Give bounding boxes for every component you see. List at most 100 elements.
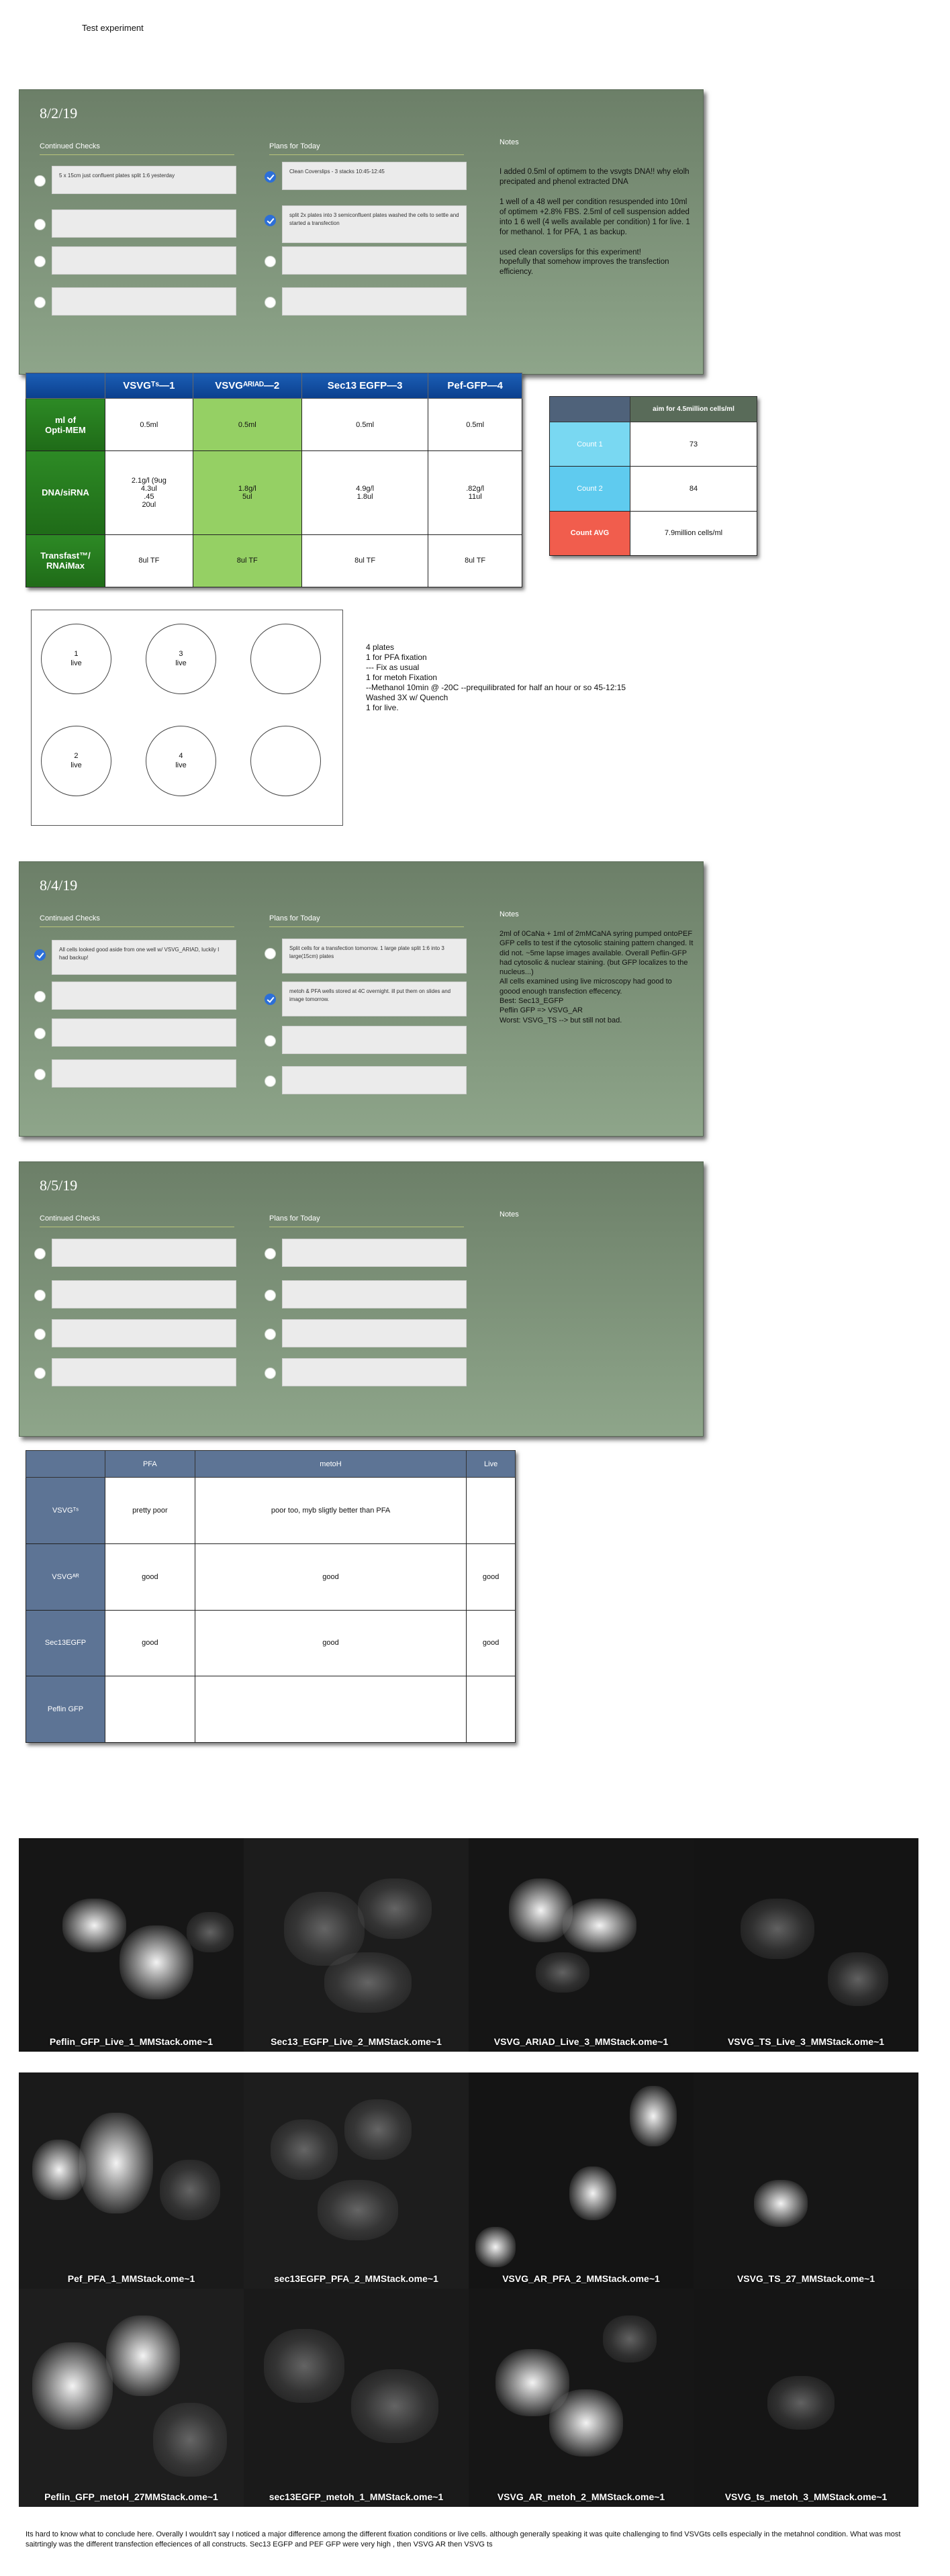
row-header: Count 2 xyxy=(549,466,630,512)
header-cell xyxy=(26,373,105,399)
check-checkbox[interactable] xyxy=(34,991,46,1002)
table-cell: good xyxy=(466,1609,516,1677)
divider xyxy=(269,154,464,155)
check-field[interactable] xyxy=(52,209,236,238)
check-field[interactable] xyxy=(52,1280,236,1308)
check-checkbox[interactable] xyxy=(34,949,46,961)
micrograph-image: VSVG_AR_PFA_2_MMStack.ome~1 xyxy=(469,2072,694,2289)
plan-field[interactable] xyxy=(282,1239,467,1267)
image-caption: sec13EGFP_metoh_1_MMStack.ome~1 xyxy=(269,2491,444,2502)
row-header: Transfast™/ RNAiMax xyxy=(26,534,105,587)
image-caption: sec13EGFP_PFA_2_MMStack.ome~1 xyxy=(274,2273,438,2284)
micrograph-image: sec13EGFP_metoh_1_MMStack.ome~1 xyxy=(244,2289,469,2507)
table-cell: 2.1g/l (9ug 4.3ul .45 20ul xyxy=(105,450,193,535)
table-cell: good xyxy=(105,1543,195,1611)
plan-checkbox[interactable] xyxy=(265,171,276,183)
check-checkbox[interactable] xyxy=(34,1368,46,1379)
micrograph-row-live: Peflin_GFP_Live_1_MMStack.ome~1 Sec13_EG… xyxy=(19,1838,918,2052)
six-well-plate-diagram: 1 live 3 live 2 live 4 live xyxy=(31,610,343,826)
header-cell: VSVGᵀˢ—1 xyxy=(105,373,193,399)
table-cell: 0.5ml xyxy=(301,397,429,452)
check-field[interactable] xyxy=(52,1059,236,1088)
plan-field[interactable] xyxy=(282,1319,467,1347)
plan-field[interactable]: Split cells for a transfection tomorrow.… xyxy=(282,939,467,973)
check-checkbox[interactable] xyxy=(34,1248,46,1259)
card-date: 8/5/19 xyxy=(40,1177,78,1194)
plan-checkbox[interactable] xyxy=(265,994,276,1005)
plan-field[interactable]: metoh & PFA wells stored at 4C overnight… xyxy=(282,982,467,1016)
plan-checkbox[interactable] xyxy=(265,215,276,226)
well: 3 live xyxy=(146,624,216,694)
check-field[interactable] xyxy=(52,1239,236,1267)
check-checkbox[interactable] xyxy=(34,1028,46,1039)
plan-checkbox[interactable] xyxy=(265,1368,276,1379)
check-checkbox[interactable] xyxy=(34,1069,46,1080)
check-field[interactable] xyxy=(52,1358,236,1386)
check-field[interactable]: 5 x 15cm just confluent plates split 1:6… xyxy=(52,166,236,194)
cell-count-table: aim for 4.5million cells/ml Count 1 73 C… xyxy=(549,395,757,557)
table-cell: 8ul TF xyxy=(192,534,302,587)
check-field[interactable]: All cells looked good aside from one wel… xyxy=(52,940,236,975)
divider xyxy=(269,926,464,927)
page-title: Test experiment xyxy=(82,23,144,33)
notes-heading: Notes xyxy=(500,910,519,918)
well xyxy=(250,624,321,694)
plan-field[interactable]: split 2x plates into 3 semiconfluent pla… xyxy=(282,205,467,243)
check-field[interactable] xyxy=(52,287,236,316)
row-header: DNA/siRNA xyxy=(26,450,105,535)
table-cell: 0.5ml xyxy=(105,397,193,452)
table-cell: good xyxy=(194,1543,467,1611)
image-caption: Peflin_GFP_metoH_27MMStack.ome~1 xyxy=(44,2491,218,2502)
continued-checks-heading: Continued Checks xyxy=(40,142,100,150)
check-checkbox[interactable] xyxy=(34,175,46,187)
plan-checkbox[interactable] xyxy=(265,1329,276,1340)
check-field[interactable] xyxy=(52,246,236,275)
table-cell: pretty poor xyxy=(105,1477,195,1544)
check-field[interactable] xyxy=(52,1319,236,1347)
micrograph-image: VSVG_TS_27_MMStack.ome~1 xyxy=(694,2072,918,2289)
table-cell: 8ul TF xyxy=(105,534,193,587)
check-checkbox[interactable] xyxy=(34,1329,46,1340)
table-cell: 8ul TF xyxy=(428,534,522,587)
plan-checkbox[interactable] xyxy=(265,256,276,267)
plan-field[interactable]: Clean Coverslips - 3 stacks 10:45-12:45 xyxy=(282,162,467,190)
micrograph-image: VSVG_TS_Live_3_MMStack.ome~1 xyxy=(694,1838,918,2052)
micrograph-image: VSVG_AR_metoh_2_MMStack.ome~1 xyxy=(469,2289,694,2507)
plan-field[interactable] xyxy=(282,1066,467,1094)
plan-field[interactable] xyxy=(282,1280,467,1308)
image-caption: VSVG_TS_27_MMStack.ome~1 xyxy=(737,2273,875,2284)
check-checkbox[interactable] xyxy=(34,297,46,308)
plan-checkbox[interactable] xyxy=(265,1035,276,1047)
check-field[interactable] xyxy=(52,1018,236,1047)
plan-field[interactable] xyxy=(282,1026,467,1054)
micrograph-image: Peflin_GFP_Live_1_MMStack.ome~1 xyxy=(19,1838,244,2052)
plan-checkbox[interactable] xyxy=(265,1248,276,1259)
plan-checkbox[interactable] xyxy=(265,1290,276,1301)
notes-text: 2ml of 0CaNa + 1ml of 2mMCaNA syring pum… xyxy=(500,930,694,1024)
table-cell xyxy=(466,1676,516,1743)
micrograph-image: Sec13_EGFP_Live_2_MMStack.ome~1 xyxy=(244,1838,469,2052)
plan-field[interactable] xyxy=(282,287,467,316)
check-checkbox[interactable] xyxy=(34,256,46,267)
plan-checkbox[interactable] xyxy=(265,1076,276,1087)
micrograph-image: Peflin_GFP_metoH_27MMStack.ome~1 xyxy=(19,2289,244,2507)
daily-card-8-4: 8/4/19 Continued Checks Plans for Today … xyxy=(19,861,704,1137)
plans-heading: Plans for Today xyxy=(269,914,320,922)
table-cell: 8ul TF xyxy=(301,534,429,587)
notes-heading: Notes xyxy=(500,138,519,146)
continued-checks-heading: Continued Checks xyxy=(40,1214,100,1223)
plan-checkbox[interactable] xyxy=(265,297,276,308)
row-header: Sec13EGFP xyxy=(26,1609,105,1677)
row-header: VSVGᴬᴿ xyxy=(26,1543,105,1611)
check-checkbox[interactable] xyxy=(34,219,46,230)
table-cell: 0.5ml xyxy=(428,397,522,452)
check-checkbox[interactable] xyxy=(34,1290,46,1301)
table-cell xyxy=(194,1676,467,1743)
micrograph-image: VSVG_ts_metoh_3_MMStack.ome~1 xyxy=(694,2289,918,2507)
plans-heading: Plans for Today xyxy=(269,1214,320,1223)
check-field[interactable] xyxy=(52,982,236,1010)
plan-field[interactable] xyxy=(282,246,467,275)
plan-checkbox[interactable] xyxy=(265,948,276,959)
plan-field[interactable] xyxy=(282,1358,467,1386)
image-caption: Peflin_GFP_Live_1_MMStack.ome~1 xyxy=(49,2036,213,2047)
